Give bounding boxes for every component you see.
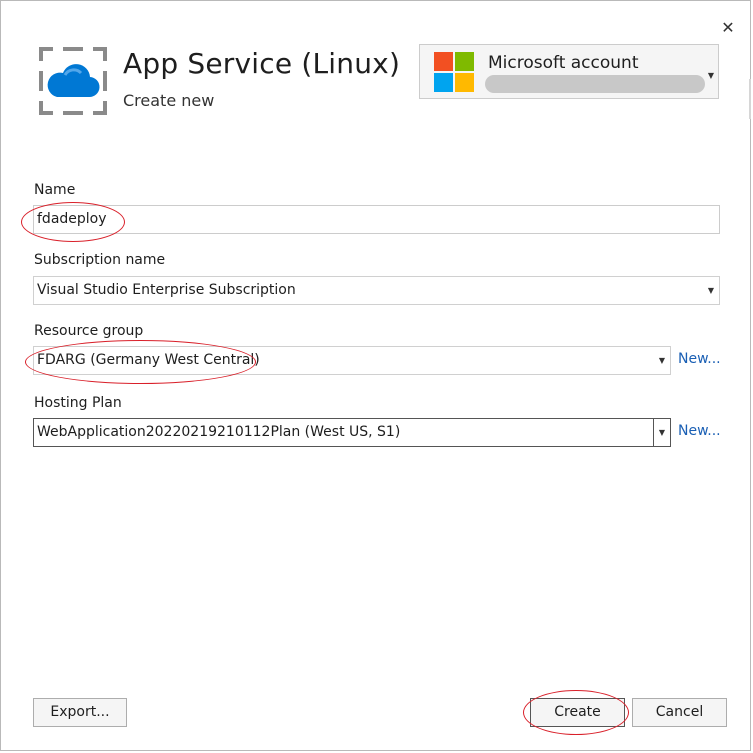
subscription-value: Visual Studio Enterprise Subscription: [37, 282, 296, 298]
microsoft-logo-icon: [434, 52, 475, 93]
page-subtitle: Create new: [123, 91, 215, 110]
name-label: Name: [34, 182, 76, 198]
name-input[interactable]: fdadeploy: [33, 205, 720, 234]
account-picker[interactable]: Microsoft account ▼: [419, 44, 719, 99]
resource-group-label: Resource group: [34, 323, 144, 339]
new-resource-group-link[interactable]: New...: [678, 351, 721, 367]
account-name: Microsoft account: [488, 53, 639, 73]
chevron-down-icon[interactable]: ▼: [708, 71, 714, 80]
close-button[interactable]: ✕: [717, 17, 739, 39]
create-button[interactable]: Create: [530, 698, 625, 727]
subscription-label: Subscription name: [34, 252, 166, 268]
hosting-plan-dropdown[interactable]: WebApplication20220219210112Plan (West U…: [33, 418, 671, 447]
app-service-dialog: ✕ App Service (Linux) Create new Microso…: [0, 0, 751, 751]
background-window-edge: [749, 79, 751, 119]
app-service-cloud-icon: [37, 45, 109, 117]
cancel-button[interactable]: Cancel: [632, 698, 727, 727]
subscription-dropdown[interactable]: Visual Studio Enterprise Subscription ▼: [33, 276, 720, 305]
new-hosting-plan-link[interactable]: New...: [678, 423, 721, 439]
hosting-plan-label: Hosting Plan: [34, 395, 122, 411]
export-button[interactable]: Export...: [33, 698, 127, 727]
chevron-down-icon[interactable]: ▼: [653, 419, 670, 446]
resource-group-value: FDARG (Germany West Central): [37, 352, 260, 368]
chevron-down-icon[interactable]: ▼: [703, 277, 719, 304]
name-input-value: fdadeploy: [37, 211, 107, 227]
page-title: App Service (Linux): [123, 47, 401, 80]
resource-group-dropdown[interactable]: FDARG (Germany West Central) ▼: [33, 346, 671, 375]
account-email-redacted: [485, 75, 705, 93]
chevron-down-icon[interactable]: ▼: [654, 347, 670, 374]
hosting-plan-value: WebApplication20220219210112Plan (West U…: [37, 424, 401, 440]
